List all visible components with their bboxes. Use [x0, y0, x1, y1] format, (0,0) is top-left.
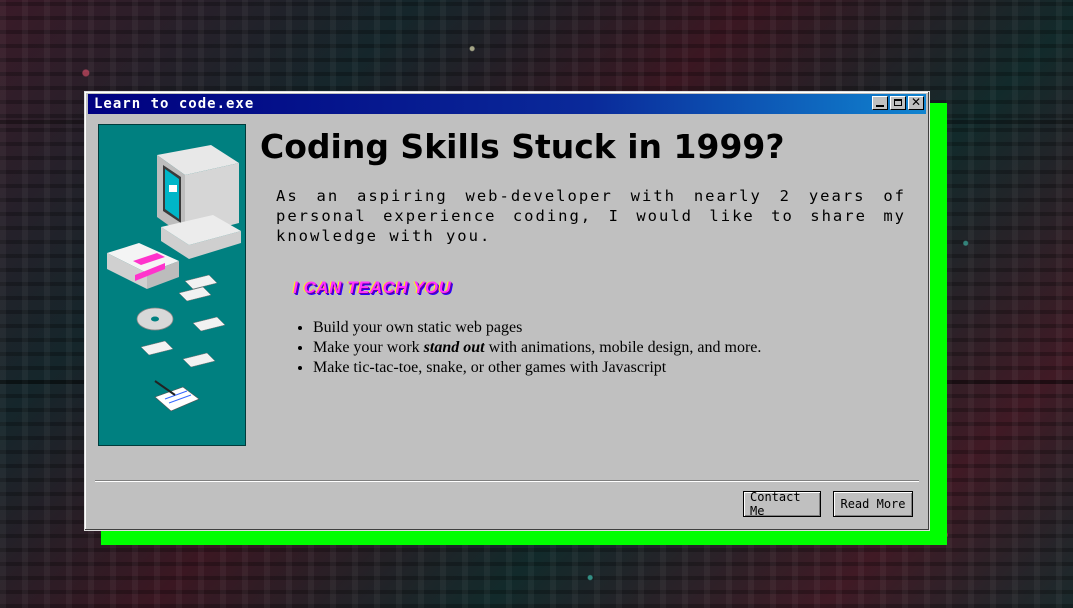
contact-me-button[interactable]: Contact Me: [743, 490, 821, 518]
window-title: Learn to code.exe: [94, 96, 255, 112]
drive-icon: [107, 243, 179, 289]
list-item: Make your work stand out with animations…: [313, 338, 761, 358]
app-window: Learn to code.exe ✕ Coding Skills Stuck …: [84, 91, 930, 531]
page-heading: Coding Skills Stuck in 1999?: [260, 127, 785, 166]
maximize-button[interactable]: [890, 96, 906, 110]
list-item-text: Build your own static web pages: [313, 319, 523, 336]
cd-icon: [136, 307, 174, 331]
teach-heading: I CAN TEACH YOU: [293, 278, 452, 297]
close-icon: ✕: [910, 95, 922, 109]
list-item-text-before: Make your work: [313, 339, 424, 356]
list-item-text-after: with animations, mobile design, and more…: [484, 339, 762, 356]
retro-computer-illustration: [107, 145, 241, 412]
notepad-icon: [154, 380, 200, 412]
read-more-button[interactable]: Read More: [833, 491, 913, 517]
list-item-text: Make tic-tac-toe, snake, or other games …: [313, 359, 667, 376]
list-item: Build your own static web pages: [313, 318, 761, 338]
divider: [95, 480, 919, 482]
title-bar[interactable]: Learn to code.exe ✕: [88, 94, 926, 114]
minimize-icon: [876, 105, 884, 107]
list-item: Make tic-tac-toe, snake, or other games …: [313, 358, 761, 378]
close-button[interactable]: ✕: [908, 95, 924, 110]
maximize-icon: [894, 99, 902, 106]
list-item-emphasis: stand out: [423, 339, 485, 356]
minimize-button[interactable]: [872, 96, 888, 110]
illustration-panel: [98, 124, 246, 446]
window-controls: ✕: [872, 95, 924, 110]
skills-list: Build your own static web pages Make you…: [295, 318, 761, 378]
intro-paragraph: As an aspiring web-developer with nearly…: [276, 187, 906, 245]
monitor-icon: [157, 145, 241, 259]
